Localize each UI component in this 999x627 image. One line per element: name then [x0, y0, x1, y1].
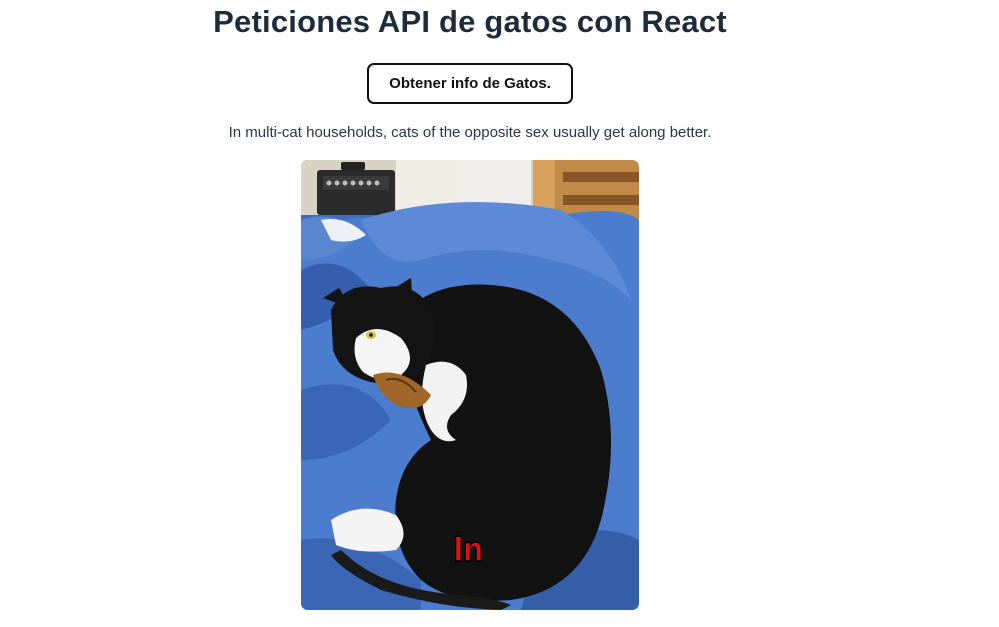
cat-image: In — [301, 160, 639, 610]
page-title: Peticiones API de gatos con React — [213, 4, 727, 39]
fetch-cat-info-button[interactable]: Obtener info de Gatos. — [367, 63, 573, 104]
page: Peticiones API de gatos con React Obtene… — [0, 0, 999, 627]
image-overlay-text: In — [452, 529, 484, 571]
cat-fact-text: In multi-cat households, cats of the opp… — [228, 124, 712, 141]
